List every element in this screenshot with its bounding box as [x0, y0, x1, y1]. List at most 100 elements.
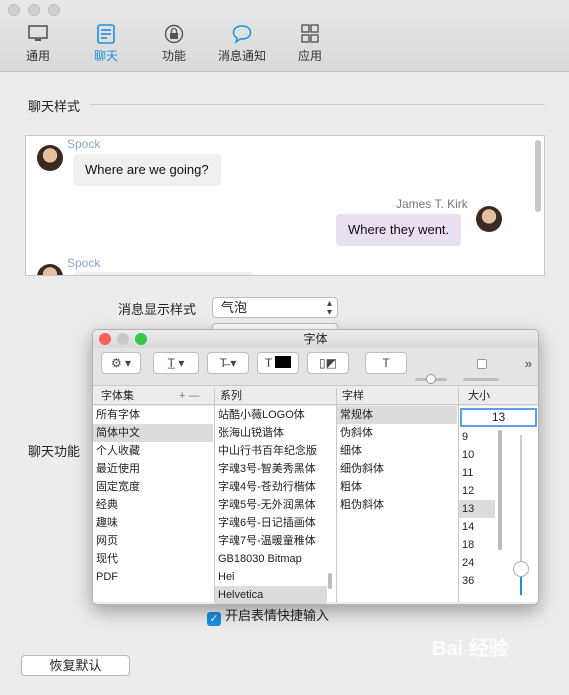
font-size-input[interactable]: 13: [460, 408, 537, 427]
list-item[interactable]: 细体: [337, 442, 457, 460]
list-item[interactable]: 最近使用: [93, 460, 213, 478]
family-list-scrollbar[interactable]: [328, 573, 332, 589]
list-item[interactable]: 36: [459, 572, 495, 590]
list-item[interactable]: 字魂7号-温暖童稚体: [215, 532, 327, 550]
family-list: 站酷小薇LOGO体 张海山锐谐体 中山行书百年纪念版 字魂3号-智美秀黑体 字魂…: [215, 406, 327, 604]
list-item[interactable]: 趣味: [93, 514, 213, 532]
tab-notifications[interactable]: 消息通知: [212, 24, 272, 66]
list-item[interactable]: 固定宽度: [93, 478, 213, 496]
list-item[interactable]: 字魂4号-苍劲行楷体: [215, 478, 327, 496]
list-item[interactable]: 现代: [93, 550, 213, 568]
list-item[interactable]: PDF: [93, 568, 213, 586]
text-color-icon: T: [264, 356, 273, 370]
font-panel-close-button[interactable]: [99, 333, 111, 345]
font-size-slider[interactable]: [513, 435, 529, 595]
tab-general[interactable]: 通用: [8, 24, 68, 66]
gear-icon: ⚙ ▾: [110, 356, 132, 370]
message-display-label: 消息显示样式: [118, 302, 197, 317]
emoji-shortcut-row[interactable]: ✓ 开启表情快捷输入: [207, 605, 329, 626]
collection-list: 所有字体 简体中文 个人收藏 最近使用 固定宽度 经典 趣味 网页 现代 PDF: [93, 406, 213, 586]
text-strikethrough-icon: T̶ ▾: [219, 356, 237, 370]
slider-knob[interactable]: [513, 561, 529, 577]
list-item[interactable]: 所有字体: [93, 406, 213, 424]
select-value: 气泡: [221, 300, 248, 315]
collection-add-remove-buttons[interactable]: + —: [179, 388, 199, 404]
strikethrough-button[interactable]: T̶ ▾: [207, 352, 249, 374]
tab-apps[interactable]: 应用: [280, 24, 340, 66]
size-list-scrollbar[interactable]: [498, 430, 502, 550]
section-divider: [90, 104, 545, 105]
restore-defaults-button[interactable]: 恢复默认: [21, 655, 130, 676]
tab-label: 聊天: [93, 49, 118, 63]
tab-features[interactable]: 功能: [144, 24, 204, 66]
watermark: Bai 经验: [432, 638, 509, 660]
font-panel-toolbar: ⚙ ▾ T̲ ▾ T̶ ▾ T ▯◩ T »: [93, 348, 538, 386]
document-color-button[interactable]: ▯◩: [307, 352, 349, 374]
list-item[interactable]: 9: [459, 428, 495, 446]
tab-chat[interactable]: 聊天: [76, 24, 136, 66]
list-item[interactable]: 粗伪斜体: [337, 496, 457, 514]
list-item[interactable]: GB18030 Bitmap: [215, 550, 327, 568]
list-item[interactable]: Helvetica: [215, 586, 327, 604]
list-item[interactable]: 张海山锐谐体: [215, 424, 327, 442]
list-item[interactable]: 10: [459, 446, 495, 464]
list-item[interactable]: 中山行书百年纪念版: [215, 442, 327, 460]
action-gear-button[interactable]: ⚙ ▾: [101, 352, 141, 374]
list-item[interactable]: 细伪斜体: [337, 460, 457, 478]
list-item[interactable]: 11: [459, 464, 495, 482]
message-sender: James T. Kirk: [396, 197, 468, 211]
list-item[interactable]: 网页: [93, 532, 213, 550]
list-item[interactable]: 粗体: [337, 478, 457, 496]
list-item[interactable]: 字魂6号-日记插画体: [215, 514, 327, 532]
tab-label: 应用: [297, 49, 322, 63]
lock-icon: [164, 24, 184, 44]
text-shadow-icon: T: [382, 356, 390, 370]
monitor-icon: [28, 25, 48, 41]
tab-label: 通用: [25, 49, 50, 63]
speech-bubble-icon: [232, 25, 252, 44]
list-item[interactable]: 简体中文: [93, 424, 213, 442]
font-panel-zoom-button[interactable]: [135, 333, 147, 345]
list-item[interactable]: 个人收藏: [93, 442, 213, 460]
font-panel-title: 字体: [93, 330, 538, 348]
avatar: [37, 145, 63, 171]
list-item[interactable]: 常规体: [337, 406, 457, 424]
preview-scrollbar[interactable]: [535, 140, 541, 212]
list-item[interactable]: 24: [459, 554, 495, 572]
list-item[interactable]: 14: [459, 518, 495, 536]
slider-knob[interactable]: [477, 359, 487, 369]
list-item[interactable]: Hei: [215, 568, 327, 586]
stepper-chevron-icon: ▴ ▾: [326, 298, 332, 318]
message-display-select[interactable]: 气泡 ▴ ▾: [212, 297, 338, 318]
list-item[interactable]: 字魂3号-智美秀黑体: [215, 460, 327, 478]
message-bubble: Where they went.: [336, 214, 462, 246]
font-panel-minimize-button[interactable]: [117, 333, 129, 345]
list-item[interactable]: 伪斜体: [337, 424, 457, 442]
typeface-list: 常规体 伪斜体 细体 细伪斜体 粗体 粗伪斜体: [337, 406, 457, 514]
message-bubble: Where are we going?: [73, 154, 221, 186]
list-item[interactable]: 站酷小薇LOGO体: [215, 406, 327, 424]
chat-features-label: 聊天功能: [28, 444, 81, 459]
list-item[interactable]: 13: [459, 500, 495, 518]
tab-label: 消息通知: [217, 49, 266, 63]
checkbox-checked-icon[interactable]: ✓: [207, 612, 221, 626]
message-sender: Spock: [67, 256, 101, 270]
shadow-blur-slider[interactable]: [463, 378, 499, 381]
collection-column-header: 字体集: [101, 390, 134, 402]
list-item[interactable]: 经典: [93, 496, 213, 514]
text-color-button[interactable]: T: [257, 352, 299, 374]
chat-style-preview: Spock Where are we going? James T. Kirk …: [25, 135, 545, 276]
minimize-window-button[interactable]: [28, 4, 40, 16]
list-item[interactable]: 字魂5号-无外润黑体: [215, 496, 327, 514]
underline-button[interactable]: T̲ ▾: [153, 352, 199, 374]
list-item[interactable]: 18: [459, 536, 495, 554]
list-item[interactable]: 12: [459, 482, 495, 500]
toolbar-overflow-icon[interactable]: »: [525, 356, 532, 371]
zoom-window-button[interactable]: [48, 4, 60, 16]
text-underline-icon: T̲ ▾: [167, 356, 185, 370]
text-shadow-button[interactable]: T: [365, 352, 407, 374]
chat-list-icon: [97, 24, 115, 44]
slider-knob[interactable]: [426, 374, 436, 384]
close-window-button[interactable]: [8, 4, 20, 16]
window-titlebar: 通用 聊天 功能 消息通知 应用: [0, 0, 569, 72]
